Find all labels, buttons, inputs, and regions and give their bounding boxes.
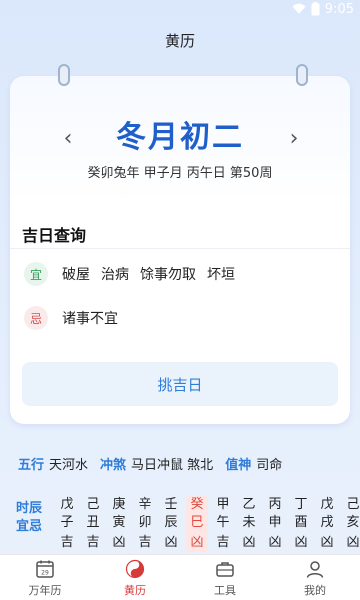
yinyang-icon (124, 558, 146, 580)
hour-stem: 庚 (112, 497, 126, 512)
hour-luck: 凶 (190, 535, 204, 550)
hour-column[interactable]: 壬 辰 凶 (160, 496, 182, 552)
status-right: 9:05 (292, 1, 354, 17)
hours-label: 时辰 宜忌 (16, 500, 42, 536)
status-bar: 9:05 (0, 0, 360, 18)
yi-row: 宜 破屋 治病 馀事勿取 坏垣 (24, 262, 235, 286)
hours-label-line: 宜忌 (16, 519, 43, 534)
hour-stem: 壬 (164, 497, 178, 512)
svg-text:29: 29 (41, 569, 49, 576)
info-row: 五行 天河水 冲煞 马日冲鼠 煞北 值神 司命 (18, 454, 294, 473)
hour-branch: 卯 (138, 515, 152, 530)
yi-item: 治病 (101, 267, 129, 283)
hour-branch: 巳 (190, 515, 204, 530)
calendar-icon: 29 (34, 558, 56, 580)
nav-label: 我的 (304, 583, 326, 597)
hour-luck: 凶 (242, 535, 256, 550)
hour-stem: 己 (86, 497, 100, 512)
status-time: 9:05 (324, 1, 354, 17)
divider (10, 248, 350, 249)
binder-ring-icon (58, 64, 70, 86)
hour-column[interactable]: 乙 未 凶 (238, 496, 260, 552)
hour-luck: 吉 (138, 535, 152, 550)
next-day-button[interactable]: › (282, 126, 306, 151)
nav-label: 黄历 (124, 583, 146, 597)
hour-column-current[interactable]: 癸 巳 凶 (186, 496, 208, 552)
hour-stem: 丙 (268, 497, 282, 512)
hour-branch: 子 (60, 515, 74, 530)
hour-luck: 凶 (320, 535, 334, 550)
hour-luck: 吉 (86, 535, 100, 550)
hour-stem: 辛 (138, 497, 152, 512)
hour-column[interactable]: 戊 戌 凶 (316, 496, 338, 552)
hour-stem: 癸 (190, 497, 204, 512)
hour-column[interactable]: 甲 午 吉 (212, 496, 234, 552)
ji-badge: 忌 (24, 306, 48, 330)
wuxing-label: 五行 (18, 458, 45, 473)
yi-items: 破屋 治病 馀事勿取 坏垣 (62, 264, 235, 284)
hour-branch: 戌 (320, 515, 334, 530)
nav-label: 工具 (214, 583, 236, 597)
hour-column[interactable]: 己 亥 凶 (342, 496, 360, 552)
hour-branch: 亥 (346, 515, 360, 530)
page-title: 黄历 (164, 32, 195, 50)
nav-item-calendar[interactable]: 29 万年历 (0, 555, 90, 600)
zhishen-label: 值神 (225, 458, 252, 473)
zhishen-value: 司命 (256, 458, 283, 473)
ji-row: 忌 诸事不宜 (24, 306, 118, 330)
hour-branch: 酉 (294, 515, 308, 530)
chongsha-label: 冲煞 (100, 458, 127, 473)
hour-stem: 戊 (60, 497, 74, 512)
hour-column[interactable]: 丙 申 凶 (264, 496, 286, 552)
chevron-right-icon: › (289, 126, 299, 151)
battery-icon (311, 2, 320, 16)
hour-stem: 乙 (242, 497, 256, 512)
wuxing-value: 天河水 (49, 458, 89, 473)
yi-item: 破屋 (62, 267, 90, 283)
nav-label: 万年历 (28, 583, 62, 597)
binder-ring-icon (296, 64, 308, 86)
yi-badge: 宜 (24, 262, 48, 286)
hour-column[interactable]: 己 丑 吉 (82, 496, 104, 552)
hour-stem: 己 (346, 497, 360, 512)
yi-item: 坏垣 (207, 267, 235, 283)
hour-column[interactable]: 辛 卯 吉 (134, 496, 156, 552)
hour-branch: 辰 (164, 515, 178, 530)
bottom-nav: 29 万年历 黄历 工具 我的 (0, 554, 360, 600)
day-details-panel: 五行 天河水 冲煞 马日冲鼠 煞北 值神 司命 时辰 宜忌 戊 子 吉 己 丑 … (10, 440, 360, 555)
hour-branch: 午 (216, 515, 230, 530)
user-icon (304, 558, 326, 580)
auspicious-query-title: 吉日查询 (22, 226, 87, 245)
hour-stem: 戊 (320, 497, 334, 512)
hour-stem: 甲 (216, 497, 230, 512)
ganzhi-info: 癸卯兔年 甲子月 丙午日 第50周 (87, 166, 273, 181)
briefcase-icon (214, 558, 236, 580)
nav-item-almanac[interactable]: 黄历 (90, 555, 180, 600)
hour-branch: 丑 (86, 515, 100, 530)
hour-stem: 丁 (294, 497, 308, 512)
hour-branch: 申 (268, 515, 282, 530)
hour-branch: 未 (242, 515, 256, 530)
hour-luck: 凶 (164, 535, 178, 550)
hour-luck: 凶 (346, 535, 360, 550)
hour-column[interactable]: 丁 酉 凶 (290, 496, 312, 552)
hour-luck: 吉 (60, 535, 74, 550)
hour-column[interactable]: 庚 寅 凶 (108, 496, 130, 552)
nav-item-tools[interactable]: 工具 (180, 555, 270, 600)
pick-auspicious-day-button[interactable]: 挑吉日 (22, 362, 338, 406)
nav-item-profile[interactable]: 我的 (270, 555, 360, 600)
yi-item: 馀事勿取 (140, 267, 196, 283)
ji-text: 诸事不宜 (62, 311, 118, 327)
hour-branch: 寅 (112, 515, 126, 530)
chongsha-value: 马日冲鼠 煞北 (131, 458, 214, 473)
wifi-icon (292, 3, 306, 15)
hour-luck: 凶 (294, 535, 308, 550)
hour-luck: 吉 (216, 535, 230, 550)
hour-column[interactable]: 戊 子 吉 (56, 496, 78, 552)
hour-luck: 凶 (268, 535, 282, 550)
hour-luck: 凶 (112, 535, 126, 550)
hours-label-line: 时辰 (16, 501, 43, 516)
almanac-card: ‹ 冬月初二 › 癸卯兔年 甲子月 丙午日 第50周 吉日查询 宜 破屋 治病 … (10, 64, 350, 424)
